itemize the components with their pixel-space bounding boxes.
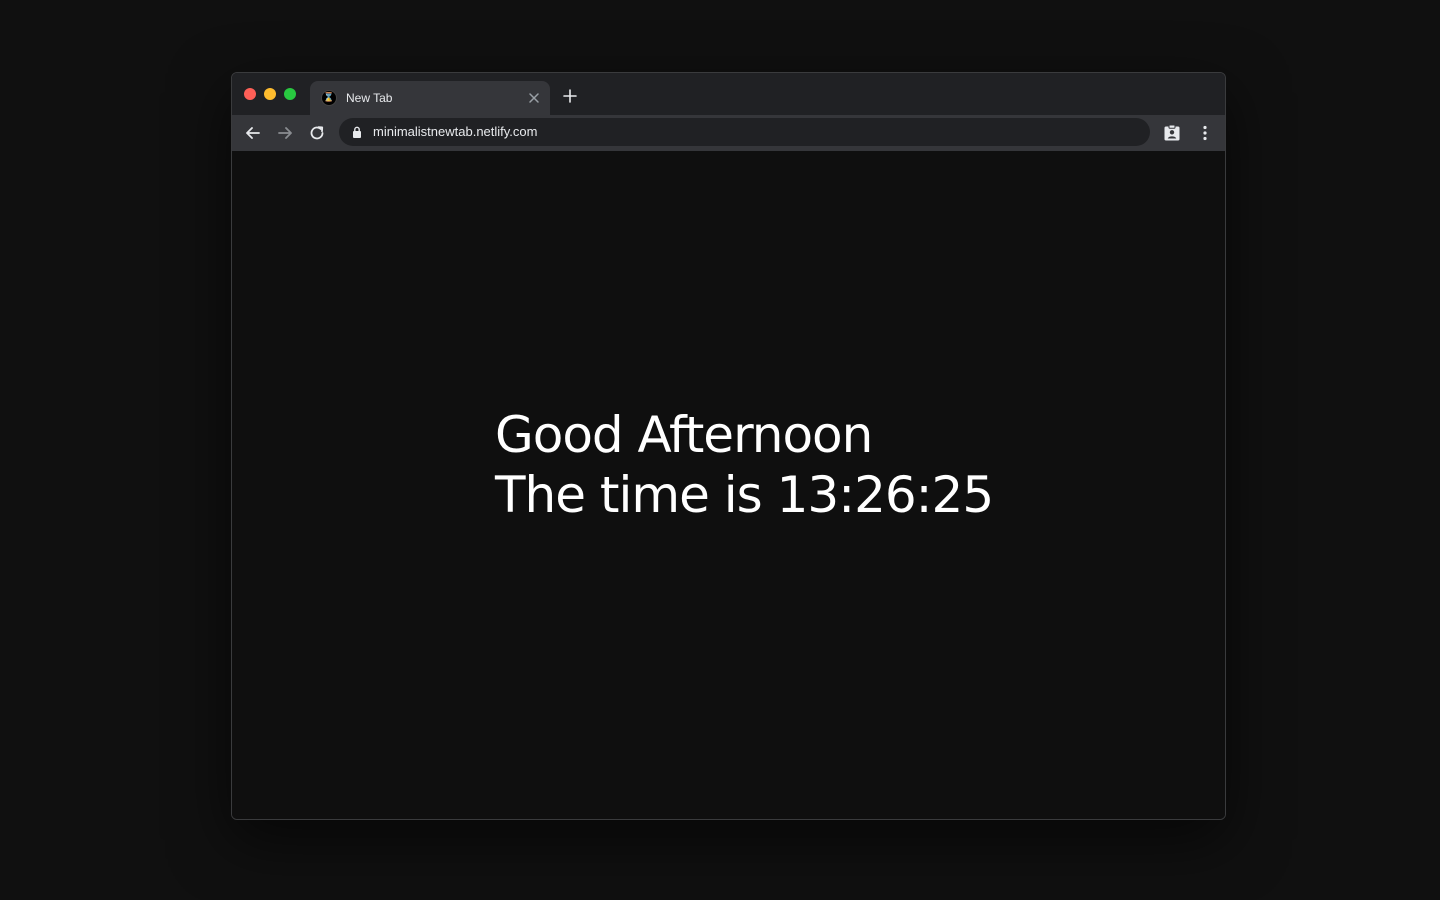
url-text[interactable]: minimalistnewtab.netlify.com <box>373 124 537 140</box>
forward-arrow-icon[interactable] <box>275 123 295 143</box>
close-icon[interactable] <box>527 91 541 105</box>
close-window-button[interactable] <box>244 88 256 100</box>
minimize-window-button[interactable] <box>264 88 276 100</box>
maximize-window-button[interactable] <box>284 88 296 100</box>
extension-badge-icon[interactable] <box>1162 123 1182 143</box>
lock-icon <box>353 126 361 138</box>
hourglass-icon: ⌛ <box>321 90 337 106</box>
more-vert-icon[interactable] <box>1195 123 1215 143</box>
toolbar: minimalistnewtab.netlify.com <box>232 115 1225 151</box>
tab-title: New Tab <box>346 91 393 105</box>
clock-time: 13:26:25 <box>776 466 995 524</box>
address-bar[interactable]: minimalistnewtab.netlify.com <box>339 118 1150 146</box>
greeting-text: Good Afternoon <box>495 406 873 464</box>
back-arrow-icon[interactable] <box>243 123 263 143</box>
browser-window: ⌛ New Tab minimalistnewtab.netlify.com G… <box>231 72 1226 820</box>
new-tab-button[interactable] <box>562 88 578 104</box>
time-line: The time is 13:26:25 <box>495 465 995 525</box>
reload-icon[interactable] <box>307 123 327 143</box>
title-bar: ⌛ New Tab <box>232 73 1225 115</box>
time-prefix: The time is <box>495 466 763 524</box>
tab-new-tab[interactable]: ⌛ New Tab <box>310 81 550 115</box>
page-content: Good Afternoon The time is 13:26:25 <box>232 151 1225 819</box>
greeting-block: Good Afternoon The time is 13:26:25 <box>495 405 995 525</box>
